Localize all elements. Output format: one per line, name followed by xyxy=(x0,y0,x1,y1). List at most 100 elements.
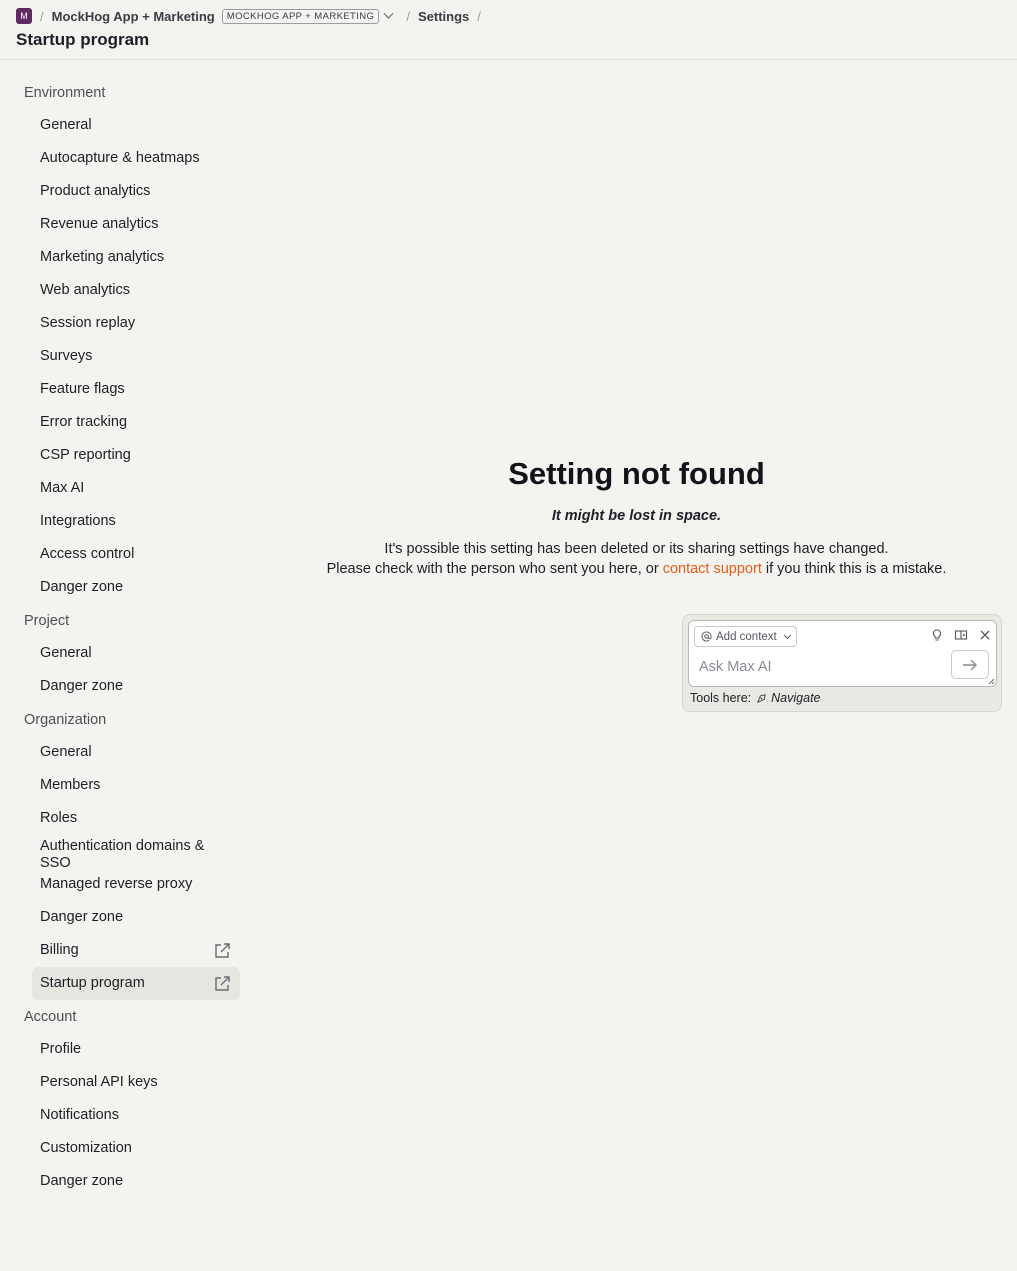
at-sign-icon xyxy=(701,631,712,642)
sidebar-item-roles[interactable]: Roles xyxy=(32,802,240,835)
sidebar-item-label: Product analytics xyxy=(40,183,151,199)
sidebar-item-label: Profile xyxy=(40,1041,82,1057)
sidebar-item-general[interactable]: General xyxy=(32,637,240,670)
sidebar-section-title: Project xyxy=(24,612,70,629)
sidebar-panel-icon[interactable] xyxy=(954,628,968,642)
breadcrumb-project[interactable]: MockHog App + Marketing xyxy=(52,9,215,24)
sidebar-item-label: General xyxy=(40,744,92,760)
sidebar-item-label: Feature flags xyxy=(40,381,125,397)
sidebar-item-label: Authentication domains & SSO xyxy=(40,838,205,871)
page-title: Startup program xyxy=(16,30,150,49)
breadcrumb-separator: / xyxy=(477,8,481,24)
sidebar-item-label: Integrations xyxy=(40,513,116,529)
max-ai-panel: Add context Ask Max AI Tools here: Navig… xyxy=(682,614,1002,712)
org-avatar[interactable]: M xyxy=(16,8,32,24)
sidebar-item-max-ai[interactable]: Max AI xyxy=(32,472,240,505)
settings-sidebar: Environment General Autocapture & heatmaps… xyxy=(24,76,240,1198)
sidebar-item-label: Danger zone xyxy=(40,579,124,595)
send-button[interactable] xyxy=(951,650,989,679)
sidebar-item-label: Session replay xyxy=(40,315,136,331)
max-ai-actions xyxy=(930,628,992,642)
sidebar-item-managed-reverse-proxy[interactable]: Managed reverse proxy xyxy=(32,868,240,901)
not-found-line-1: It's possible this setting has been dele… xyxy=(384,541,889,557)
chevron-down-icon xyxy=(783,631,791,639)
sidebar-item-profile[interactable]: Profile xyxy=(32,1033,240,1066)
sidebar-item-error-tracking[interactable]: Error tracking xyxy=(32,406,240,439)
sidebar-item-label: CSP reporting xyxy=(40,447,131,463)
line-2-suffix: if you think this is a mistake. xyxy=(765,561,947,577)
not-found-message: It's possible this setting has been dele… xyxy=(256,539,1017,579)
sidebar-section-title: Organization xyxy=(24,711,107,728)
sidebar-item-feature-flags[interactable]: Feature flags xyxy=(32,373,240,406)
not-found-line-2: Please check with the person who sent yo… xyxy=(256,559,1017,579)
sidebar-item-csp-reporting[interactable]: CSP reporting xyxy=(32,439,240,472)
sidebar-item-label: Web analytics xyxy=(40,282,130,298)
sidebar-item-label: Customization xyxy=(40,1140,132,1156)
sidebar-item-general[interactable]: General xyxy=(32,109,240,142)
navigate-label: Navigate xyxy=(771,691,821,705)
chevron-down-icon[interactable] xyxy=(383,8,394,19)
breadcrumb: M / MockHog App + Marketing MOCKHOG APP … xyxy=(16,7,489,25)
external-link-icon xyxy=(215,975,230,991)
sidebar-item-danger-zone[interactable]: Danger zone xyxy=(32,901,240,934)
external-link-icon xyxy=(215,942,230,958)
sidebar-item-customization[interactable]: Customization xyxy=(32,1132,240,1165)
sidebar-item-billing[interactable]: Billing xyxy=(32,934,240,967)
navigate-tool: Navigate xyxy=(756,691,821,705)
line-2-prefix: Please check with the person who sent yo… xyxy=(326,561,659,577)
sidebar-item-label: Revenue analytics xyxy=(40,216,159,232)
sidebar-item-marketing-analytics[interactable]: Marketing analytics xyxy=(32,241,240,274)
sidebar-item-label: Danger zone xyxy=(40,1173,124,1189)
sidebar-section-title: Account xyxy=(24,1008,77,1025)
sidebar-item-personal-api-keys[interactable]: Personal API keys xyxy=(32,1066,240,1099)
resize-handle-icon[interactable] xyxy=(987,677,995,685)
contact-support-link[interactable]: contact support xyxy=(663,561,762,577)
sidebar-item-label: Max AI xyxy=(40,480,85,496)
sidebar-item-label: Danger zone xyxy=(40,678,124,694)
sidebar-item-label: Danger zone xyxy=(40,909,124,925)
sidebar-item-notifications[interactable]: Notifications xyxy=(32,1099,240,1132)
sidebar-item-label: Error tracking xyxy=(40,414,128,430)
sidebar-item-label: Notifications xyxy=(40,1107,119,1123)
sidebar-item-members[interactable]: Members xyxy=(32,769,240,802)
sidebar-item-web-analytics[interactable]: Web analytics xyxy=(32,274,240,307)
sidebar-item-integrations[interactable]: Integrations xyxy=(32,505,240,538)
compass-icon xyxy=(757,693,766,703)
sidebar-item-label: Startup program xyxy=(40,975,145,991)
sidebar-item-product-analytics[interactable]: Product analytics xyxy=(32,175,240,208)
sidebar-item-label: Surveys xyxy=(40,348,93,364)
max-ai-input-box[interactable]: Add context Ask Max AI xyxy=(688,620,997,687)
sidebar-item-label: Roles xyxy=(40,810,78,826)
sidebar-item-label: Marketing analytics xyxy=(40,249,165,265)
sidebar-item-general[interactable]: General xyxy=(32,736,240,769)
sidebar-item-label: Billing xyxy=(40,942,79,958)
sidebar-item-label: Access control xyxy=(40,546,135,562)
sidebar-item-danger-zone[interactable]: Danger zone xyxy=(32,571,240,604)
sidebar-item-startup-program[interactable]: Startup program xyxy=(32,967,240,1000)
sidebar-item-label: Managed reverse proxy xyxy=(40,876,193,892)
top-header: M / MockHog App + Marketing MOCKHOG APP … xyxy=(0,0,1017,60)
sidebar-item-label: Members xyxy=(40,777,101,793)
tools-row: Tools here: Navigate xyxy=(690,691,821,705)
add-context-button[interactable]: Add context xyxy=(694,626,797,647)
sidebar-section-title: Environment xyxy=(24,84,106,101)
not-found-title: Setting not found xyxy=(508,456,765,491)
sidebar-item-label: Personal API keys xyxy=(40,1074,158,1090)
project-badge: MOCKHOG APP + MARKETING xyxy=(221,8,380,24)
breadcrumb-settings[interactable]: Settings xyxy=(418,9,469,24)
sidebar-item-label: Autocapture & heatmaps xyxy=(40,150,200,166)
close-icon[interactable] xyxy=(978,628,992,642)
sidebar-item-autocapture-heatmaps[interactable]: Autocapture & heatmaps xyxy=(32,142,240,175)
sidebar-item-danger-zone[interactable]: Danger zone xyxy=(32,670,240,703)
sidebar-item-label: General xyxy=(40,117,92,133)
tools-label: Tools here: xyxy=(690,691,752,705)
lightbulb-icon[interactable] xyxy=(930,628,944,642)
max-ai-input[interactable]: Ask Max AI xyxy=(699,659,772,675)
sidebar-item-revenue-analytics[interactable]: Revenue analytics xyxy=(32,208,240,241)
sidebar-item-danger-zone[interactable]: Danger zone xyxy=(32,1165,240,1198)
add-context-label: Add context xyxy=(716,630,777,643)
sidebar-item-surveys[interactable]: Surveys xyxy=(32,340,240,373)
sidebar-item-access-control[interactable]: Access control xyxy=(32,538,240,571)
sidebar-item-session-replay[interactable]: Session replay xyxy=(32,307,240,340)
breadcrumb-separator: / xyxy=(40,8,44,24)
